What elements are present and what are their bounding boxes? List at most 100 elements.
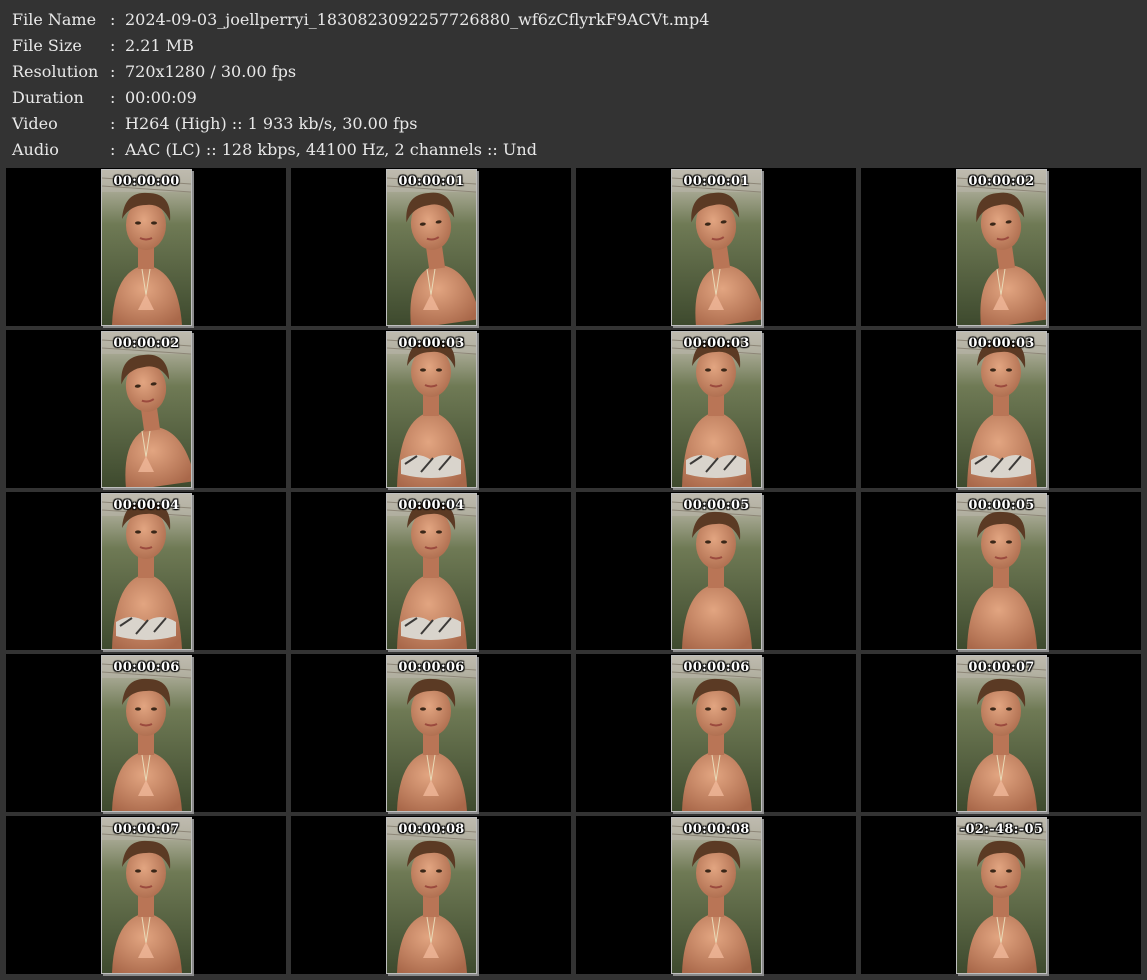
info-label: File Size (12, 36, 82, 55)
thumbnail-cell: 00:00:08 (576, 816, 856, 974)
thumbnail-timestamp: 00:00:08 (683, 822, 750, 837)
video-thumbnail: 00:00:05 (956, 493, 1047, 650)
thumbnail-cell: 00:00:07 (861, 654, 1141, 812)
video-frame-image (672, 170, 761, 325)
thumbnail-timestamp: 00:00:06 (683, 660, 750, 675)
video-thumbnail: 00:00:04 (386, 493, 477, 650)
thumbnail-cell: 00:00:03 (576, 330, 856, 488)
thumbnail-cell: 00:00:01 (576, 168, 856, 326)
thumbnail-timestamp: 00:00:05 (968, 498, 1035, 513)
info-value: 2.21 MB (125, 36, 194, 55)
thumbnail-timestamp: 00:00:03 (683, 336, 750, 351)
thumbnail-cell: 00:00:06 (291, 654, 571, 812)
video-thumbnail: 00:00:07 (956, 655, 1047, 812)
thumbnail-timestamp: 00:00:06 (398, 660, 465, 675)
thumbnail-cell: 00:00:01 (291, 168, 571, 326)
thumbnail-grid: 00:00:00 00:00:01 00:00:01 00:00:02 00:00:02… (6, 168, 1141, 980)
video-thumbnail: -02:-48:-05 (956, 817, 1047, 974)
info-label: Duration (12, 88, 84, 107)
thumbnail-timestamp: 00:00:08 (398, 822, 465, 837)
thumbnail-timestamp: 00:00:07 (968, 660, 1035, 675)
video-frame-image (102, 656, 191, 811)
video-frame-image (387, 494, 476, 649)
info-separator: : (110, 36, 116, 55)
info-value: 2024-09-03_joellperryi_18308230922577268… (125, 10, 710, 29)
video-thumbnail: 00:00:06 (671, 655, 762, 812)
video-thumbnail: 00:00:07 (101, 817, 192, 974)
info-separator: : (110, 10, 116, 29)
video-thumbnail: 00:00:08 (386, 817, 477, 974)
video-frame-image (387, 170, 476, 325)
thumbnail-cell: 00:00:04 (291, 492, 571, 650)
video-frame-image (102, 818, 191, 973)
info-separator: : (110, 140, 116, 159)
thumbnail-timestamp: 00:00:04 (113, 498, 180, 513)
thumbnail-cell: 00:00:05 (861, 492, 1141, 650)
thumbnail-cell: 00:00:07 (6, 816, 286, 974)
media-info-header: File Name : 2024-09-03_joellperryi_18308… (0, 0, 1147, 168)
thumbnail-cell: -02:-48:-05 (861, 816, 1141, 974)
info-label: Resolution (12, 62, 99, 81)
thumbnail-timestamp: 00:00:03 (398, 336, 465, 351)
video-frame-image (957, 494, 1046, 649)
thumbnail-cell: 00:00:03 (291, 330, 571, 488)
video-thumbnail: 00:00:06 (101, 655, 192, 812)
thumbnail-cell: 00:00:08 (291, 816, 571, 974)
video-thumbnail: 00:00:01 (386, 169, 477, 326)
info-separator: : (110, 114, 116, 133)
thumbnail-cell: 00:00:02 (6, 330, 286, 488)
thumbnail-timestamp: 00:00:03 (968, 336, 1035, 351)
video-thumbnail: 00:00:08 (671, 817, 762, 974)
info-separator: : (110, 62, 116, 81)
video-thumbnail: 00:00:01 (671, 169, 762, 326)
video-frame-image (672, 818, 761, 973)
thumbnail-cell: 00:00:00 (6, 168, 286, 326)
thumbnail-cell: 00:00:06 (576, 654, 856, 812)
thumbnail-cell: 00:00:02 (861, 168, 1141, 326)
video-frame-image (957, 818, 1046, 973)
video-thumbnail: 00:00:02 (956, 169, 1047, 326)
video-thumbnail: 00:00:03 (671, 331, 762, 488)
info-value: 720x1280 / 30.00 fps (125, 62, 297, 81)
info-value: AAC (LC) :: 128 kbps, 44100 Hz, 2 channe… (125, 140, 537, 159)
video-frame-image (387, 818, 476, 973)
video-frame-image (387, 332, 476, 487)
video-frame-image (957, 332, 1046, 487)
thumbnail-cell: 00:00:05 (576, 492, 856, 650)
thumbnail-timestamp: 00:00:05 (683, 498, 750, 513)
video-frame-image (102, 332, 191, 487)
video-thumbnail: 00:00:06 (386, 655, 477, 812)
video-frame-image (102, 170, 191, 325)
info-value: H264 (High) :: 1 933 kb/s, 30.00 fps (125, 114, 418, 133)
video-thumbnail: 00:00:00 (101, 169, 192, 326)
thumbnail-timestamp: 00:00:01 (683, 174, 750, 189)
thumbnail-timestamp: 00:00:02 (968, 174, 1035, 189)
thumbnail-timestamp: 00:00:04 (398, 498, 465, 513)
video-thumbnail: 00:00:03 (956, 331, 1047, 488)
info-label: File Name (12, 10, 97, 29)
thumbnail-cell: 00:00:03 (861, 330, 1141, 488)
video-frame-image (102, 494, 191, 649)
video-frame-image (957, 656, 1046, 811)
video-frame-image (672, 494, 761, 649)
thumbnail-timestamp: 00:00:07 (113, 822, 180, 837)
thumbnail-timestamp: 00:00:02 (113, 336, 180, 351)
video-frame-image (957, 170, 1046, 325)
info-value: 00:00:09 (125, 88, 197, 107)
video-thumbnail: 00:00:02 (101, 331, 192, 488)
info-label: Video (12, 114, 58, 133)
info-label: Audio (12, 140, 59, 159)
info-separator: : (110, 88, 116, 107)
video-thumbnail: 00:00:03 (386, 331, 477, 488)
video-frame-image (387, 656, 476, 811)
thumbnail-timestamp: -02:-48:-05 (959, 822, 1044, 837)
thumbnail-timestamp: 00:00:01 (398, 174, 465, 189)
video-thumbnail: 00:00:04 (101, 493, 192, 650)
thumbnail-timestamp: 00:00:06 (113, 660, 180, 675)
thumbnail-timestamp: 00:00:00 (113, 174, 180, 189)
thumbnail-cell: 00:00:06 (6, 654, 286, 812)
video-frame-image (672, 332, 761, 487)
video-frame-image (672, 656, 761, 811)
video-thumbnail: 00:00:05 (671, 493, 762, 650)
thumbnail-cell: 00:00:04 (6, 492, 286, 650)
